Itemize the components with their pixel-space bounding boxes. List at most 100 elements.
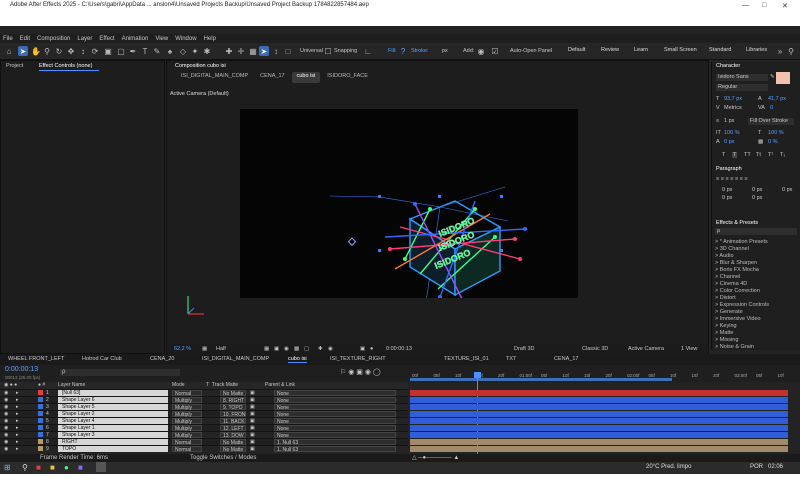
pan-tool-icon[interactable]: ✥	[66, 46, 76, 56]
timeline-tab[interactable]: TEXTURE_ISI_01	[444, 356, 489, 362]
dolly-tool-icon[interactable]: ↕	[78, 46, 88, 56]
tab-effect-controls[interactable]: Effect Controls (none)	[39, 63, 92, 69]
all-caps-button[interactable]: TT	[744, 152, 751, 158]
font-family-select[interactable]: Isidoro Sans	[716, 74, 768, 81]
indent-left-value[interactable]: 0 px	[722, 187, 732, 193]
snapping-label[interactable]: Snapping	[334, 48, 357, 54]
subscript-button[interactable]: T₁	[780, 152, 785, 158]
workspace-libraries[interactable]: Libraries	[746, 47, 767, 53]
layer-duration-bar[interactable]	[410, 439, 788, 445]
small-caps-button[interactable]: Tt	[756, 152, 761, 158]
stroke-label[interactable]: Stroke:	[411, 48, 428, 54]
current-timecode[interactable]: 0:00:00:13	[386, 346, 412, 352]
layer-row[interactable]: ◉ ▸ 2 Shape Layer 6 Multiply 8. RIGHT ▣ None	[0, 396, 408, 404]
stroke-mode-select[interactable]: Fill Over Stroke	[748, 118, 794, 125]
timeline-timecode[interactable]: 0:00:00:13	[5, 366, 38, 373]
t-header[interactable]: T	[206, 382, 209, 388]
scale-mode-icon[interactable]: □	[283, 46, 293, 56]
layer-duration-bar[interactable]	[410, 390, 788, 396]
align-buttons-icon[interactable]: ≡ ≡ ≡ ≡ ≡ ≡ ≡	[716, 176, 748, 182]
menu-item[interactable]: Help	[204, 36, 216, 42]
effect-category-item[interactable]: > Blur & Sharpen	[715, 260, 757, 266]
hscale-value[interactable]: 100 %	[768, 130, 784, 136]
track-matte-select[interactable]: No Matte	[220, 446, 246, 453]
app-icon-red[interactable]: ■	[36, 463, 41, 472]
more-workspaces-icon[interactable]: »	[775, 46, 785, 56]
3d-draft-icon[interactable]: ✚	[318, 346, 323, 352]
timeline-tab[interactable]: CENA_17	[554, 356, 578, 362]
font-size-value[interactable]: 93,7 px	[724, 96, 742, 102]
label-color[interactable]	[38, 390, 43, 395]
menu-item[interactable]: Edit	[20, 36, 30, 42]
timeline-tab[interactable]: WHEEL FRONT_LEFT	[8, 356, 64, 362]
layer-row[interactable]: ◉ ▸ 7 Shape Layer 3 Multiply 13. DOW ▣ None	[0, 431, 408, 439]
timeline-tab[interactable]: Hotrod Car Club	[82, 356, 122, 362]
effect-category-item[interactable]: > Noise & Grain	[715, 344, 754, 350]
fill-color-swatch[interactable]	[776, 72, 790, 84]
stroke-width-value[interactable]: 1 px	[724, 118, 734, 124]
layer-row[interactable]: ◉ ▸ 3 Shape Layer 5 Multiply 9. TOPO ▣ None	[0, 403, 408, 411]
snapshot-icon[interactable]: ◉	[328, 346, 333, 352]
puppet-tool-icon[interactable]: ✱	[202, 46, 212, 56]
layer-duration-bar[interactable]	[410, 404, 788, 410]
workspace-standard[interactable]: Standard	[709, 47, 731, 53]
layer-duration-bar[interactable]	[410, 411, 788, 417]
composition-viewer[interactable]: ISIDORO ISIDORO ISIDORO	[240, 109, 578, 316]
timeline-tab[interactable]: ISI_DIGITAL_MAIN_COMP	[202, 356, 269, 362]
parent-header[interactable]: Parent & Link	[265, 382, 295, 388]
add-icon[interactable]: ◉	[476, 46, 486, 56]
effect-category-item[interactable]: > Channel	[715, 274, 740, 280]
label-color[interactable]	[38, 418, 43, 423]
character-panel-title[interactable]: Character	[716, 63, 740, 69]
visibility-eye-icon[interactable]: ◉	[4, 446, 8, 452]
move-mode-icon[interactable]: ↕	[271, 46, 281, 56]
zoom-tool-icon[interactable]: ⚲	[42, 46, 52, 56]
menu-item[interactable]: Layer	[77, 36, 92, 42]
transparency-icon[interactable]: ▩	[294, 346, 299, 352]
layer-duration-bar[interactable]	[410, 397, 788, 403]
layer-row[interactable]: ◉ ▸ 5 Shape Layer 4 Multiply 11. BACK ▣ None	[0, 417, 408, 425]
type-tool-icon[interactable]: T	[140, 46, 150, 56]
menu-item[interactable]: Composition	[37, 36, 70, 42]
views-select[interactable]: 1 View	[681, 346, 697, 352]
baseline-value[interactable]: 0 px	[724, 139, 734, 145]
show-snapshot-icon[interactable]: ●	[370, 346, 373, 352]
effects-presets-title[interactable]: Effects & Presets	[716, 220, 758, 226]
label-color[interactable]	[38, 439, 43, 444]
start-icon[interactable]: ⊞	[4, 463, 11, 472]
timeline-search-input[interactable]: ρ	[60, 369, 180, 376]
font-style-select[interactable]: Regular	[716, 84, 768, 91]
orbit-tool-icon[interactable]: ↻	[54, 46, 64, 56]
superscript-button[interactable]: T¹	[768, 152, 773, 158]
layer-row[interactable]: ◉ ▸ 1 [Null 63] Normal No Matte ▣ None	[0, 389, 408, 397]
label-color[interactable]	[38, 446, 43, 451]
blend-mode-select[interactable]: Normal	[172, 446, 202, 453]
layer-row[interactable]: ◉ ▸ 6 Shape Layer 1 Multiply 12. LEFT ▣ None	[0, 424, 408, 432]
tracking-value[interactable]: 0	[770, 105, 773, 111]
comp-tab[interactable]: ISI_DIGITAL_MAIN_COMP	[176, 72, 253, 83]
work-area-bar[interactable]	[410, 378, 672, 381]
rotate-tool-icon[interactable]: ⟳	[90, 46, 100, 56]
eraser-tool-icon[interactable]: ◇	[178, 46, 188, 56]
world-axis-icon[interactable]: ✛	[236, 46, 246, 56]
timeline-tab[interactable]: ISI_TEXTURE_RIGHT	[330, 356, 386, 362]
label-color[interactable]	[38, 432, 43, 437]
hand-tool-icon[interactable]: ✋	[31, 46, 41, 56]
universal-mode-icon[interactable]: ➤	[259, 46, 269, 56]
selection-tool-icon[interactable]: ➤	[18, 46, 28, 56]
effect-category-item[interactable]: > * Animation Presets	[715, 239, 768, 245]
time-ruler[interactable]: 00f 05f 10f 15f 20f 01:00f 05f 10f 15f 20f 02:00f 0…	[408, 365, 800, 382]
expand-arrow-icon[interactable]: ▸	[16, 446, 19, 452]
layer-duration-bar[interactable]	[410, 446, 788, 452]
brush-tool-icon[interactable]: ✎	[152, 46, 162, 56]
camera-select[interactable]: Active Camera	[628, 346, 664, 352]
effect-category-item[interactable]: > Distort	[715, 295, 736, 301]
mode-header[interactable]: Mode	[172, 382, 185, 388]
effect-category-item[interactable]: > Expression Controls	[715, 302, 769, 308]
kerning-value[interactable]: Metrics	[724, 105, 742, 111]
composition-panel-title[interactable]: Composition cubo isi	[175, 63, 226, 69]
workspace-small-screen[interactable]: Small Screen	[664, 47, 697, 53]
home-icon[interactable]: ⌂	[4, 46, 14, 56]
help-icon[interactable]: ?	[398, 46, 408, 56]
layer-name[interactable]: TOPO	[58, 446, 168, 452]
